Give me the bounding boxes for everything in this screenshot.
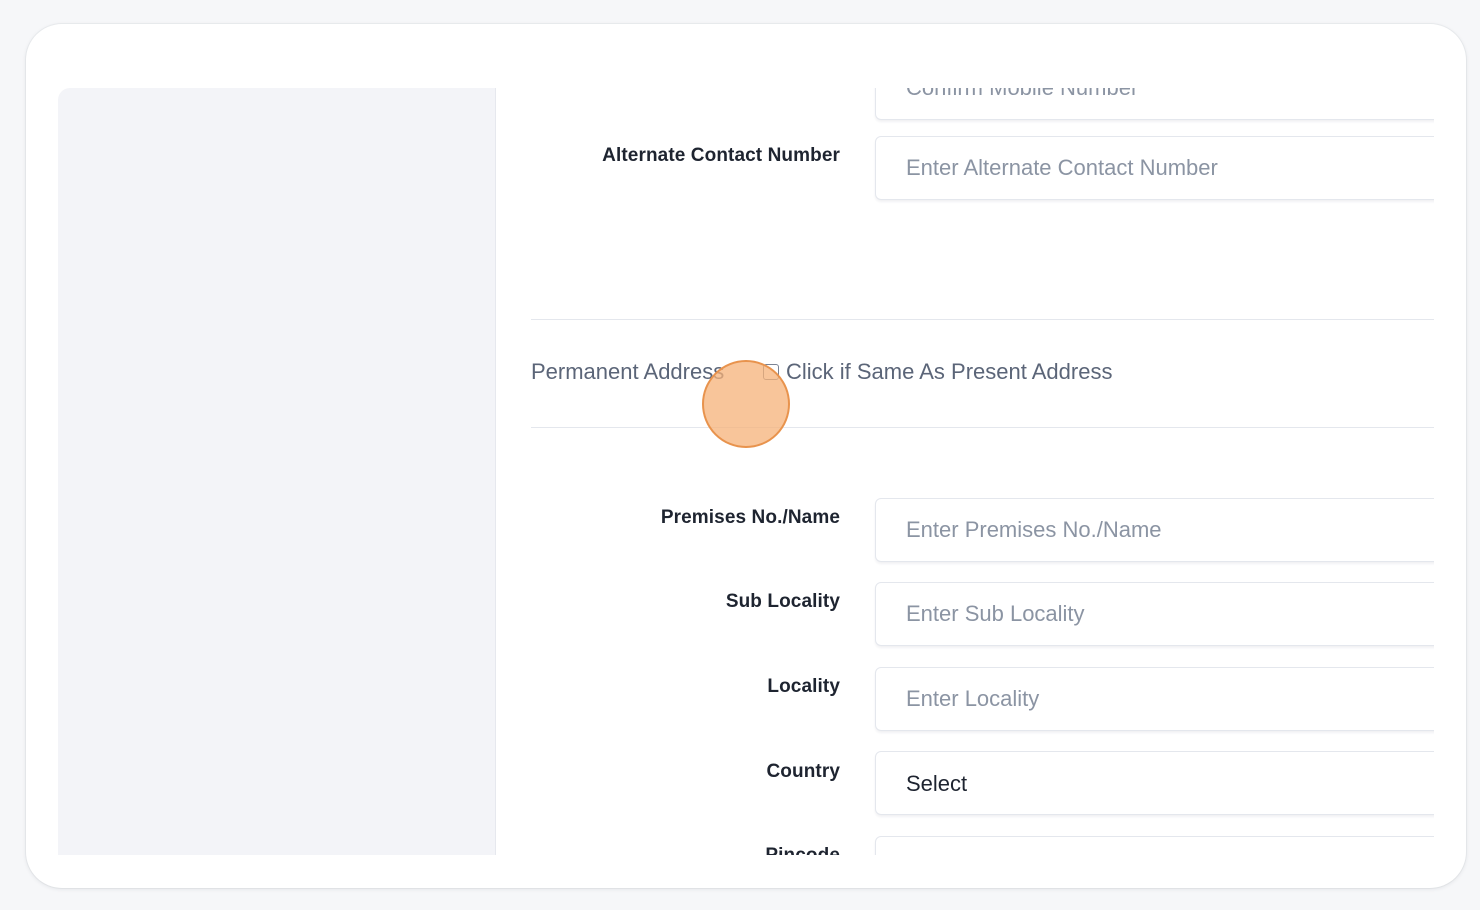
alternate-contact-field[interactable]: [875, 136, 1434, 200]
pincode-label: Pincode: [496, 845, 840, 855]
permanent-address-title: Permanent Address: [531, 359, 725, 384]
premises-field[interactable]: [875, 498, 1434, 562]
country-select[interactable]: Select: [875, 751, 1434, 815]
alternate-contact-label: Alternate Contact Number: [602, 145, 840, 166]
confirm-mobile-input[interactable]: [876, 88, 1434, 119]
sub-locality-label: Sub Locality: [725, 591, 840, 612]
locality-input[interactable]: [876, 668, 1434, 730]
section-divider-bottom: [531, 427, 1434, 428]
locality-label: Locality: [767, 676, 840, 697]
confirm-mobile-field[interactable]: [875, 88, 1434, 120]
sidebar-panel: [58, 88, 496, 855]
same-as-present-label: Click if Same As Present Address: [786, 359, 1113, 384]
same-as-present-checkbox[interactable]: [763, 364, 779, 380]
alternate-contact-input[interactable]: [876, 137, 1434, 199]
locality-field[interactable]: [875, 667, 1434, 731]
sub-locality-field[interactable]: [875, 582, 1434, 646]
premises-input[interactable]: [876, 499, 1434, 561]
country-label: Country: [766, 761, 840, 782]
same-as-present-toggle[interactable]: Click if Same As Present Address: [763, 359, 1112, 385]
section-divider-top: [531, 319, 1434, 320]
pincode-field[interactable]: [875, 836, 1434, 855]
sub-locality-input[interactable]: [876, 583, 1434, 645]
form-main: Alternate Contact Number Permanent Addre…: [496, 88, 1434, 855]
premises-label: Premises No./Name: [660, 507, 840, 528]
form-viewport[interactable]: Alternate Contact Number Permanent Addre…: [58, 88, 1434, 855]
country-select-value: Select: [906, 771, 968, 796]
